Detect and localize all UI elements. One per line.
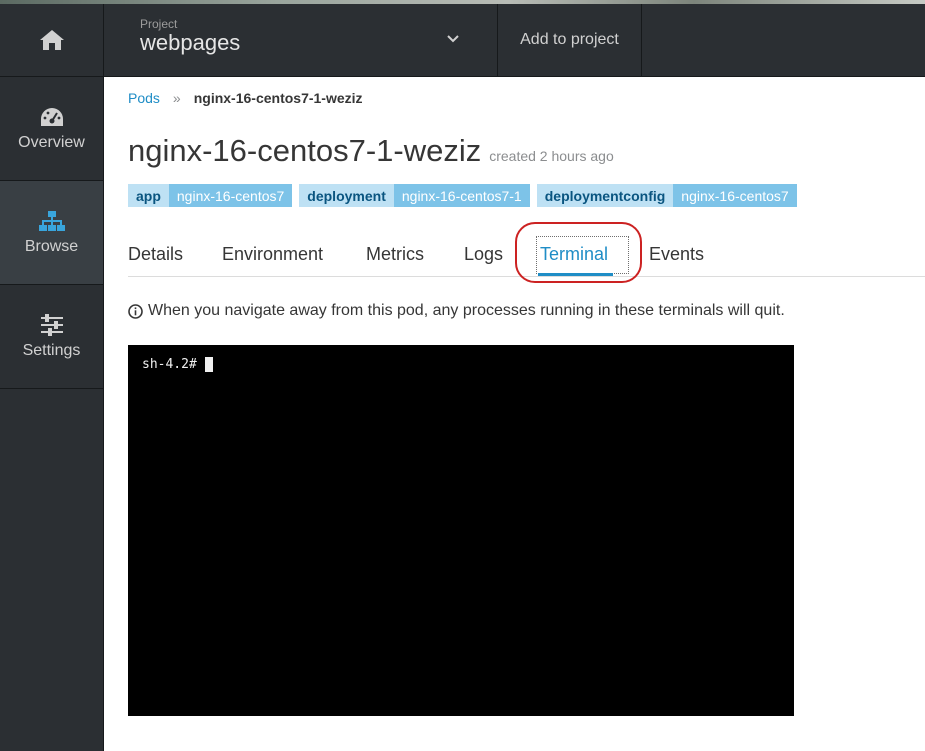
- tab-environment[interactable]: Environment: [222, 244, 323, 265]
- label-deployment[interactable]: deployment nginx-16-centos7-1: [299, 184, 530, 207]
- label-deploymentconfig[interactable]: deploymentconfig nginx-16-centos7: [536, 184, 797, 207]
- terminal-console[interactable]: sh-4.2#: [128, 345, 794, 716]
- sitemap-icon: [38, 210, 65, 231]
- breadcrumb-current: nginx-16-centos7-1-weziz: [193, 90, 363, 106]
- sidebar-item-overview[interactable]: Overview: [0, 77, 103, 181]
- breadcrumb: Pods » nginx-16-centos7-1-weziz: [128, 90, 363, 106]
- add-to-project-button[interactable]: Add to project: [498, 4, 642, 76]
- info-message: When you navigate away from this pod, an…: [128, 302, 785, 320]
- sidebar-item-label: Browse: [24, 237, 79, 255]
- sliders-icon: [40, 313, 63, 336]
- label-key[interactable]: deployment: [299, 184, 394, 207]
- top-bar: Project webpages Add to project: [104, 4, 925, 77]
- label-value[interactable]: nginx-16-centos7-1: [393, 184, 530, 207]
- info-circle-icon: [128, 303, 143, 319]
- prompt-text: sh-4.2#: [142, 357, 197, 372]
- label-app[interactable]: app nginx-16-centos7: [128, 184, 293, 207]
- breadcrumb-separator: »: [172, 90, 181, 106]
- terminal-prompt: sh-4.2#: [142, 357, 213, 372]
- tab-metrics[interactable]: Metrics: [366, 244, 424, 265]
- info-message-text: When you navigate away from this pod, an…: [148, 302, 785, 319]
- created-timestamp: created 2 hours ago: [489, 148, 614, 164]
- sidebar-item-label: Overview: [18, 133, 85, 151]
- label-value[interactable]: nginx-16-centos7: [673, 184, 797, 207]
- sidebar-item-label: Settings: [22, 341, 81, 359]
- dashboard-icon: [40, 107, 63, 126]
- annotation-highlight: [515, 222, 642, 283]
- label-value[interactable]: nginx-16-centos7: [168, 184, 293, 207]
- label-key[interactable]: deploymentconfig: [536, 184, 674, 207]
- home-icon: [39, 30, 64, 50]
- project-caption: Project: [140, 17, 178, 31]
- sidebar-item-settings[interactable]: Settings: [0, 285, 103, 389]
- pod-labels: app nginx-16-centos7 deployment nginx-16…: [128, 184, 804, 207]
- tab-details[interactable]: Details: [128, 244, 183, 265]
- page-header: nginx-16-centos7-1-weziz created 2 hours…: [128, 133, 614, 169]
- tab-events[interactable]: Events: [649, 244, 704, 265]
- sidebar: Overview Browse Settings: [0, 4, 104, 751]
- sidebar-item-browse[interactable]: Browse: [0, 181, 103, 285]
- project-selector[interactable]: Project webpages: [104, 4, 498, 76]
- tab-logs[interactable]: Logs: [464, 244, 503, 265]
- sidebar-item-home[interactable]: [0, 4, 103, 77]
- page-title: nginx-16-centos7-1-weziz: [128, 133, 482, 168]
- label-key[interactable]: app: [128, 184, 169, 207]
- breadcrumb-pods-link[interactable]: Pods: [128, 90, 160, 106]
- terminal-cursor: [204, 357, 213, 372]
- chevron-down-icon: [447, 35, 459, 43]
- project-name: webpages: [140, 30, 241, 55]
